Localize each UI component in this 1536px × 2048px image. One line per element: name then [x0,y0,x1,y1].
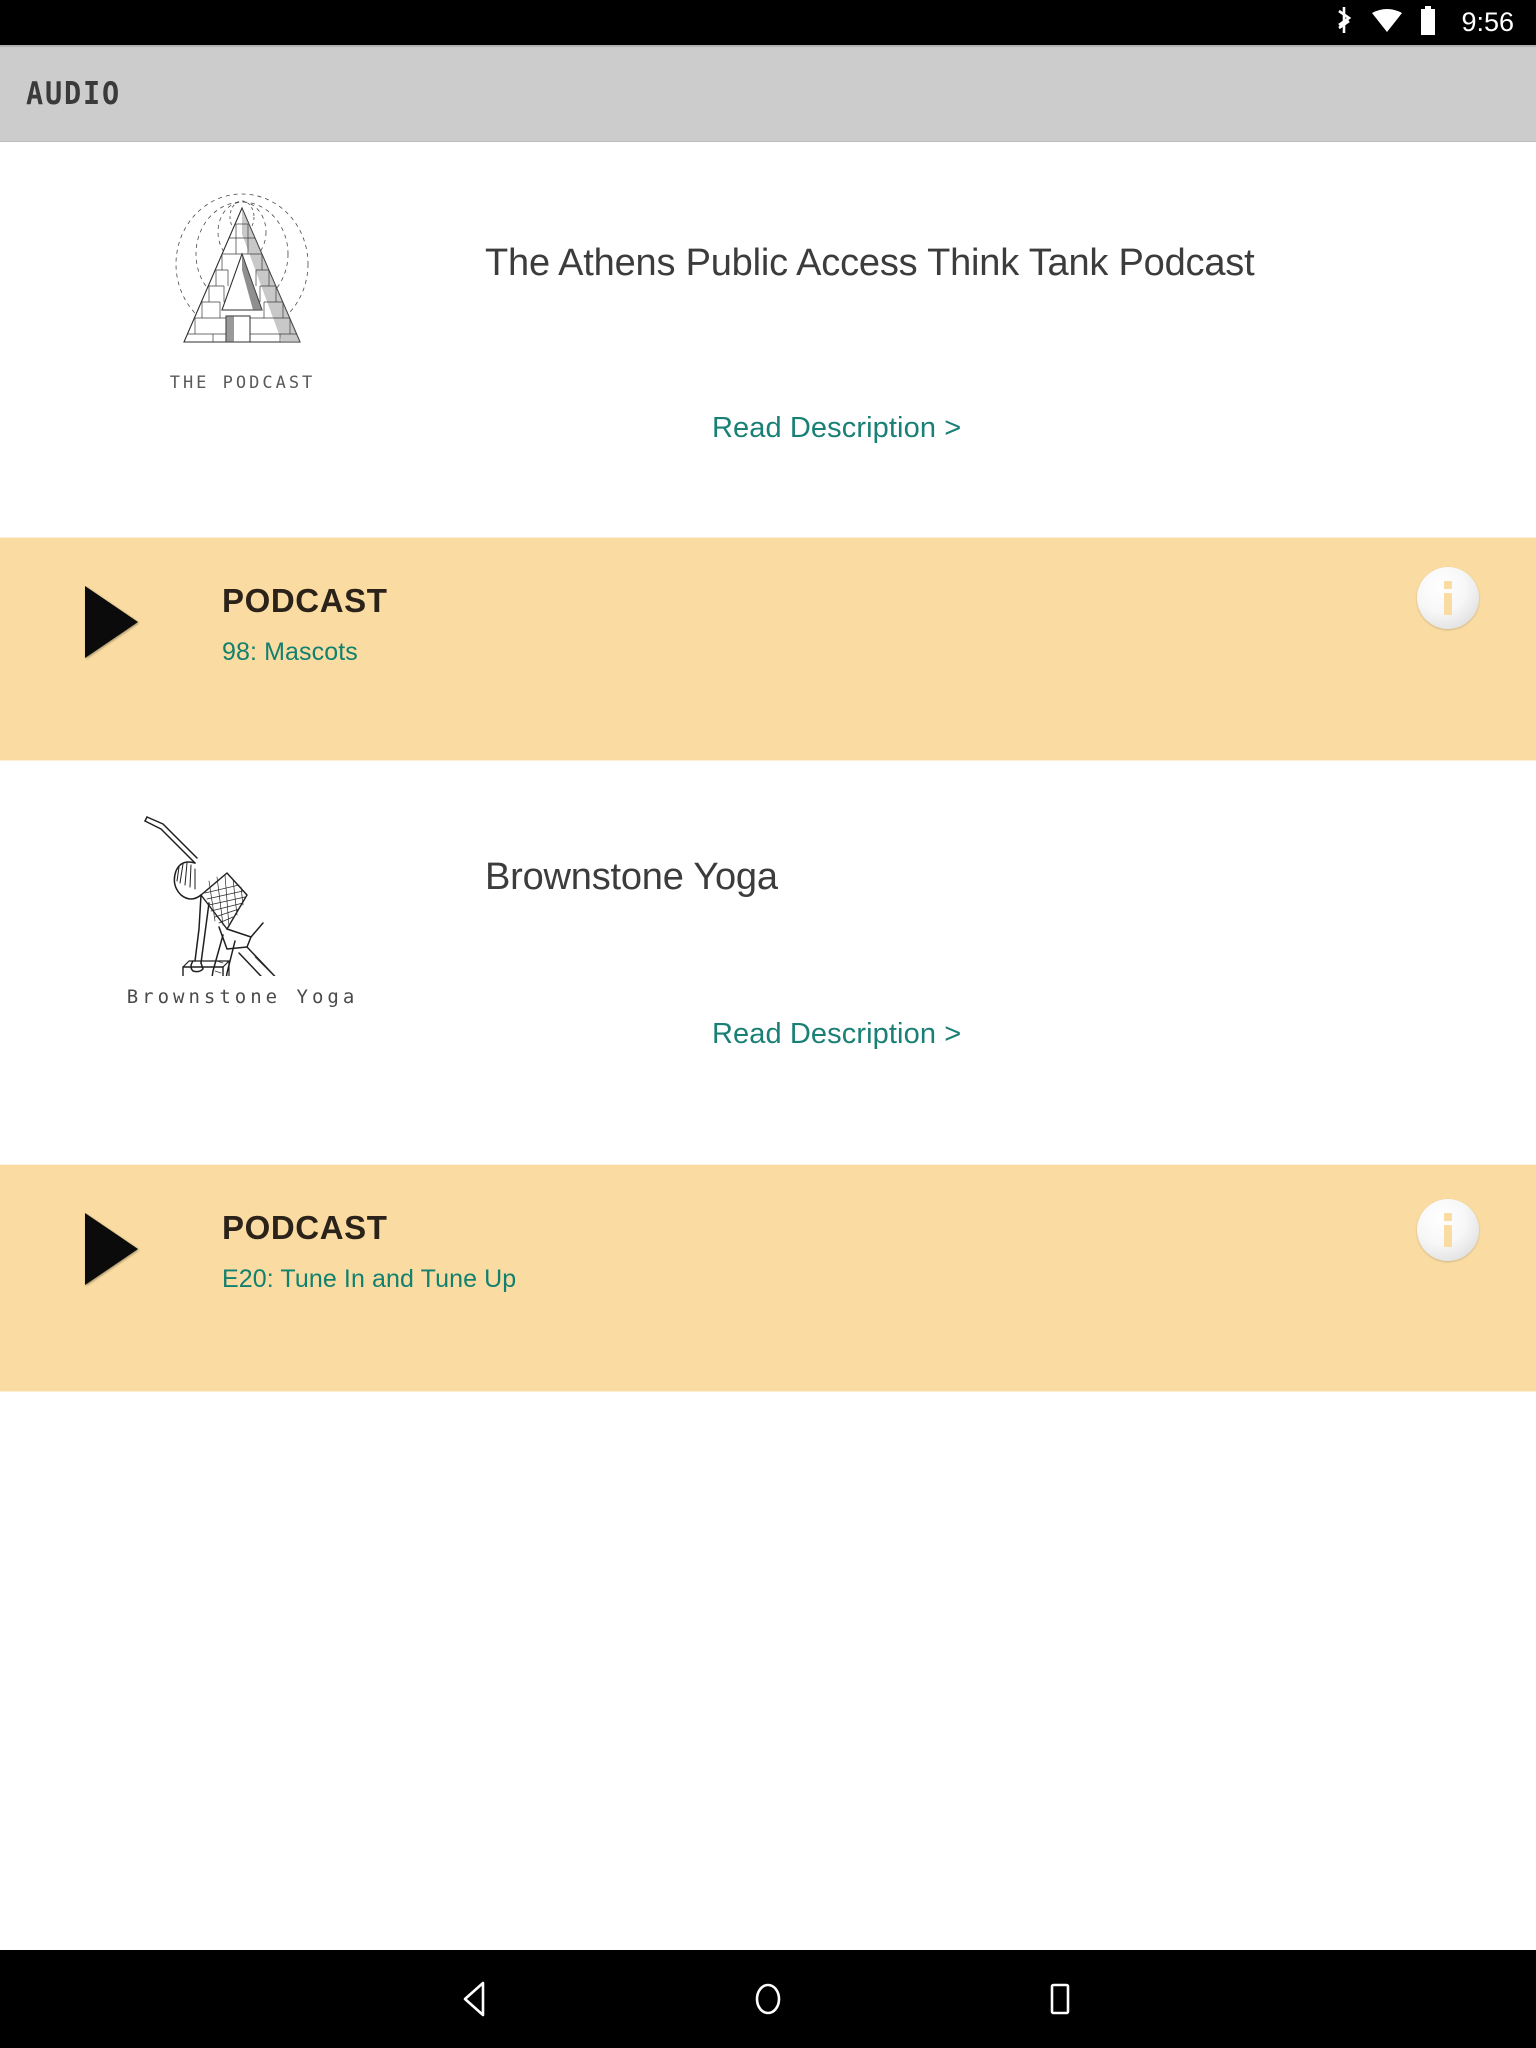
info-button[interactable] [1417,1199,1479,1261]
status-icons: 9:56 [1333,5,1514,40]
battery-icon [1419,5,1437,40]
home-button[interactable] [733,1964,803,2034]
show-text-column: The Athens Public Access Think Tank Podc… [485,182,1536,537]
status-bar: 9:56 [0,0,1536,45]
episode-type-label: PODCAST [222,582,388,619]
episode-type-label: PODCAST [222,1209,388,1246]
back-button[interactable] [441,1964,511,2034]
recents-icon [1050,1983,1070,2015]
show-block-athens-podcast: THE PODCAST The Athens Public Access Thi… [0,142,1536,537]
recents-button[interactable] [1025,1964,1095,2034]
show-logo-caption: THE PODCAST [169,373,316,393]
page-title: AUDIO [26,76,122,112]
play-button[interactable] [0,580,222,658]
empty-list-area [0,1392,1536,1950]
play-icon [84,1213,138,1285]
show-logo-column: Brownstone Yoga [0,801,485,1008]
back-icon [463,1981,485,2017]
home-icon [755,1983,781,2015]
read-description-link[interactable]: Read Description > [712,1018,961,1051]
show-logo-column: THE PODCAST [0,182,485,393]
show-title: The Athens Public Access Think Tank Podc… [485,242,1255,284]
info-icon [1444,581,1452,615]
episode-text: PODCAST 98: Mascots [222,580,1536,667]
episode-title: 98: Mascots [222,638,358,666]
content-area: THE PODCAST The Athens Public Access Thi… [0,142,1536,1950]
play-button[interactable] [0,1207,222,1285]
info-button[interactable] [1417,567,1479,629]
system-navigation-bar [0,1950,1536,2048]
episode-row-athens-podcast[interactable]: PODCAST 98: Mascots [0,537,1536,761]
show-text-column: Brownstone Yoga Read Description > [485,801,1536,1164]
play-icon [84,586,138,658]
app-bar: AUDIO [0,45,1536,142]
athens-public-access-think-tank-logo [175,193,309,343]
show-title: Brownstone Yoga [485,856,778,898]
episode-row-brownstone-yoga[interactable]: PODCAST E20: Tune In and Tune Up [0,1164,1536,1392]
bluetooth-icon [1333,5,1355,40]
read-description-link[interactable]: Read Description > [712,412,961,445]
episode-text: PODCAST E20: Tune In and Tune Up [222,1207,1536,1294]
info-icon [1444,1213,1452,1247]
app-screen: 9:56 AUDIO THE PODCAST The Athens Public… [0,0,1536,2048]
episode-title: E20: Tune In and Tune Up [222,1265,517,1293]
show-block-brownstone-yoga: Brownstone Yoga Brownstone Yoga Read Des… [0,761,1536,1164]
wifi-icon [1371,7,1403,38]
brownstone-yoga-logo [144,816,276,976]
show-logo-caption: Brownstone Yoga [126,986,359,1008]
status-time: 9:56 [1461,7,1514,37]
